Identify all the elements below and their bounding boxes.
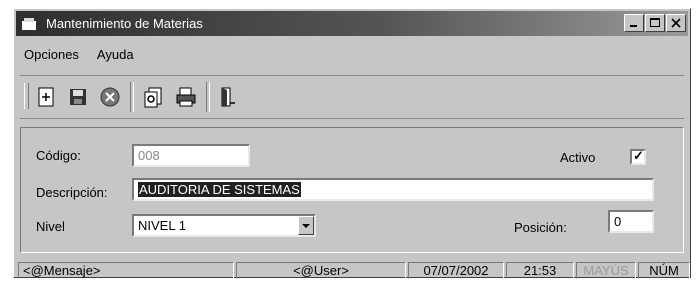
descripcion-field[interactable]: AUDITORIA DE SISTEMAS [132,178,654,201]
codigo-label: Código: [36,148,81,163]
maximize-button[interactable] [645,14,665,32]
status-time: 21:53 [506,262,574,279]
app-icon [22,18,36,30]
nivel-label: Nivel [36,219,65,234]
minimize-icon [630,25,637,27]
toolbar-grip [24,83,29,109]
print-icon [176,87,196,107]
status-user: <@User> [236,262,406,279]
status-message: <@Mensaje> [18,262,234,279]
new-icon [38,87,54,107]
status-bar: <@Mensaje> <@User> 07/07/2002 21:53 MAYÚ… [18,262,690,279]
search-icon [144,87,162,108]
menu-bar: Opciones Ayuda [24,47,134,62]
save-icon [70,89,86,105]
descripcion-label: Descripción: [36,185,108,200]
posicion-field[interactable]: 0 [608,210,654,233]
status-date: 07/07/2002 [408,262,504,279]
maximize-icon [650,18,660,27]
posicion-label: Posición: [514,220,567,235]
exit-button[interactable] [216,85,240,109]
checkmark-icon: ✓ [633,148,644,163]
title-bar[interactable]: Mantenimiento de Materias [16,11,688,36]
nivel-select[interactable]: NIVEL 1 [132,214,316,237]
cancel-button[interactable] [98,85,122,109]
descripcion-value: AUDITORIA DE SISTEMAS [138,182,301,197]
activo-label: Activo [560,150,596,165]
close-button[interactable] [666,14,686,32]
new-button[interactable] [34,85,58,109]
toolbar-separator [130,82,134,112]
cancel-icon [100,87,120,107]
nivel-value: NIVEL 1 [138,218,186,233]
print-button[interactable] [174,85,198,109]
toolbar [20,75,684,119]
toolbar-separator [206,82,210,112]
activo-checkbox[interactable]: ✓ [630,148,646,165]
window-title: Mantenimiento de Materias [46,16,203,31]
status-num: NÚM [638,262,690,279]
window: Mantenimiento de Materias Opciones Ayuda [13,8,691,279]
search-button[interactable] [142,85,166,109]
status-caps: MAYÚS [576,262,636,279]
exit-door-icon [221,87,235,107]
window-controls [624,14,686,32]
save-button[interactable] [66,85,90,109]
codigo-field: 008 [132,144,250,167]
chevron-down-icon [302,224,310,228]
menu-opciones[interactable]: Opciones [24,47,79,62]
menu-ayuda[interactable]: Ayuda [97,47,134,62]
nivel-dropdown-button[interactable] [298,216,314,235]
close-icon [671,18,681,28]
minimize-button[interactable] [624,14,644,32]
